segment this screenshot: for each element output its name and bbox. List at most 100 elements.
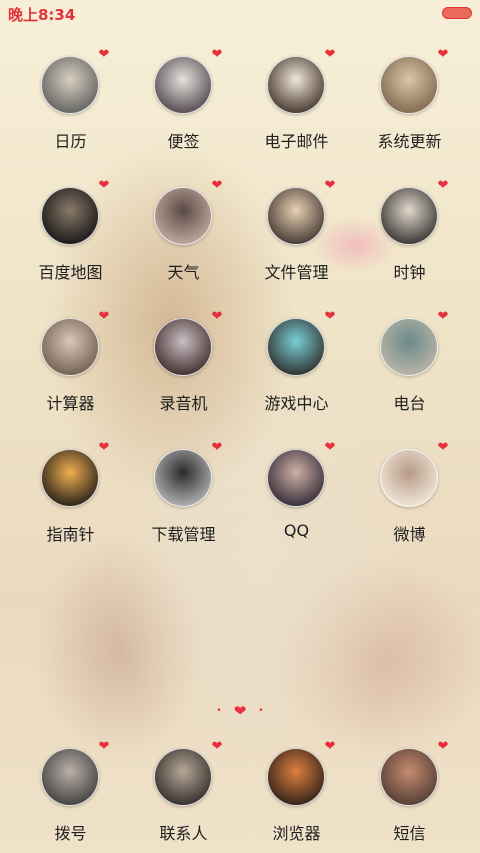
page-indicator: • ❤ • (0, 700, 480, 720)
app-contacts[interactable]: ❤ 联系人 (127, 740, 240, 853)
app-label: 拨号 (54, 824, 87, 843)
heart-badge-icon: ❤ (324, 47, 336, 62)
heart-badge-icon: ❤ (437, 440, 449, 455)
app-icon-wrapper: ❤ (267, 310, 335, 376)
app-download-manager[interactable]: ❤ 下载管理 (127, 441, 240, 559)
download-manager-icon (154, 449, 212, 507)
app-icon-wrapper: ❤ (380, 441, 448, 507)
heart-badge-icon: ❤ (324, 309, 336, 324)
heart-badge-icon: ❤ (98, 440, 110, 455)
app-label: 电台 (393, 394, 426, 413)
app-phone[interactable]: ❤ 拨号 (14, 740, 127, 853)
app-label: QQ (283, 521, 310, 540)
app-label: 浏览器 (272, 824, 321, 843)
radio-icon (380, 318, 438, 376)
app-grid: ❤ 日历 ❤ 便签 ❤ 电子邮件 ❤ 系统更新 ❤ 百度地图 ❤ 天气 ❤ 文件管理 ❤ 时钟 ❤ 计算器 ❤ 录音机… (0, 0, 480, 853)
heart-badge-icon: ❤ (211, 739, 223, 754)
app-icon-wrapper: ❤ (41, 48, 109, 114)
app-label: 百度地图 (38, 263, 103, 282)
app-label: 天气 (167, 263, 200, 282)
heart-badge-icon: ❤ (324, 178, 336, 193)
app-label: 指南针 (46, 525, 95, 544)
app-icon-wrapper: ❤ (41, 310, 109, 376)
app-qq[interactable]: ❤ QQ (240, 441, 353, 559)
app-weibo[interactable]: ❤ 微博 (353, 441, 466, 559)
app-clock[interactable]: ❤ 时钟 (353, 179, 466, 297)
app-label: 联系人 (159, 824, 208, 843)
page-dot[interactable]: • (216, 706, 221, 716)
app-label: 时钟 (393, 263, 426, 282)
app-icon-wrapper: ❤ (267, 740, 335, 806)
compass-icon (41, 449, 99, 507)
heart-badge-icon: ❤ (437, 739, 449, 754)
app-icon-wrapper: ❤ (154, 48, 222, 114)
weather-icon (154, 187, 212, 245)
heart-badge-icon: ❤ (324, 739, 336, 754)
app-label: 录音机 (159, 394, 208, 413)
app-icon-wrapper: ❤ (154, 441, 222, 507)
heart-badge-icon: ❤ (211, 309, 223, 324)
app-icon-wrapper: ❤ (380, 48, 448, 114)
system-update-icon (380, 56, 438, 114)
app-icon-wrapper: ❤ (154, 310, 222, 376)
app-label: 日历 (54, 132, 87, 151)
page-dot[interactable]: ❤ (234, 702, 247, 720)
calendar-icon (41, 56, 99, 114)
app-label: 短信 (393, 824, 426, 843)
app-icon-wrapper: ❤ (267, 48, 335, 114)
notes-icon (154, 56, 212, 114)
app-compass[interactable]: ❤ 指南针 (14, 441, 127, 559)
email-icon (267, 56, 325, 114)
app-icon-wrapper: ❤ (41, 179, 109, 245)
heart-badge-icon: ❤ (437, 309, 449, 324)
app-label: 微博 (393, 525, 426, 544)
contacts-icon (154, 748, 212, 806)
app-file-manager[interactable]: ❤ 文件管理 (240, 179, 353, 297)
app-icon-wrapper: ❤ (267, 441, 335, 507)
heart-badge-icon: ❤ (437, 178, 449, 193)
weibo-icon (380, 449, 438, 507)
app-browser[interactable]: ❤ 浏览器 (240, 740, 353, 853)
heart-badge-icon: ❤ (98, 309, 110, 324)
app-label: 便签 (167, 132, 200, 151)
app-icon-wrapper: ❤ (380, 740, 448, 806)
app-weather[interactable]: ❤ 天气 (127, 179, 240, 297)
heart-badge-icon: ❤ (98, 47, 110, 62)
app-calendar[interactable]: ❤ 日历 (14, 48, 127, 166)
app-label: 电子邮件 (264, 132, 329, 151)
app-label: 下载管理 (151, 525, 216, 544)
app-recorder[interactable]: ❤ 录音机 (127, 310, 240, 428)
app-calculator[interactable]: ❤ 计算器 (14, 310, 127, 428)
page-dot[interactable]: • (258, 706, 263, 716)
app-icon-wrapper: ❤ (267, 179, 335, 245)
heart-badge-icon: ❤ (98, 178, 110, 193)
phone-icon (41, 748, 99, 806)
app-icon-wrapper: ❤ (41, 441, 109, 507)
file-manager-icon (267, 187, 325, 245)
heart-badge-icon: ❤ (211, 178, 223, 193)
app-email[interactable]: ❤ 电子邮件 (240, 48, 353, 166)
app-label: 系统更新 (377, 132, 442, 151)
heart-badge-icon: ❤ (324, 440, 336, 455)
clock-icon (380, 187, 438, 245)
calculator-icon (41, 318, 99, 376)
app-game-center[interactable]: ❤ 游戏中心 (240, 310, 353, 428)
browser-icon (267, 748, 325, 806)
app-notes[interactable]: ❤ 便签 (127, 48, 240, 166)
app-icon-wrapper: ❤ (380, 179, 448, 245)
app-sms[interactable]: ❤ 短信 (353, 740, 466, 853)
heart-badge-icon: ❤ (437, 47, 449, 62)
game-center-icon (267, 318, 325, 376)
heart-badge-icon: ❤ (98, 739, 110, 754)
heart-badge-icon: ❤ (211, 47, 223, 62)
app-icon-wrapper: ❤ (154, 179, 222, 245)
heart-badge-icon: ❤ (211, 440, 223, 455)
app-system-update[interactable]: ❤ 系统更新 (353, 48, 466, 166)
app-label: 计算器 (46, 394, 95, 413)
app-icon-wrapper: ❤ (154, 740, 222, 806)
qq-icon (267, 449, 325, 507)
app-label: 文件管理 (264, 263, 329, 282)
app-map[interactable]: ❤ 百度地图 (14, 179, 127, 297)
sms-icon (380, 748, 438, 806)
app-radio[interactable]: ❤ 电台 (353, 310, 466, 428)
